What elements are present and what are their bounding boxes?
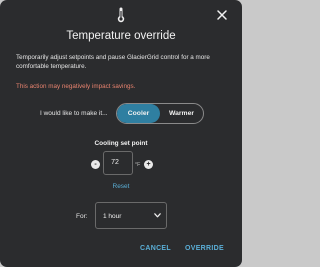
- temperature-override-dialog: Temperature override Temporarily adjust …: [0, 0, 242, 267]
- setpoint-unit: °F: [135, 162, 141, 168]
- increase-setpoint-button[interactable]: +: [144, 160, 153, 169]
- dialog-description: Temporarily adjust setpoints and pause G…: [16, 54, 210, 70]
- setpoint-label: Cooling set point: [94, 140, 148, 147]
- duration-value: 1 hour: [103, 213, 122, 220]
- close-icon[interactable]: [216, 9, 228, 21]
- setpoint-input[interactable]: 72: [103, 151, 133, 175]
- duration-select[interactable]: 1 hour: [95, 202, 167, 229]
- thermometer-icon: [117, 7, 125, 23]
- reset-link[interactable]: Reset: [0, 183, 242, 190]
- duration-label: For:: [76, 213, 88, 220]
- decrease-setpoint-button[interactable]: -: [91, 160, 100, 169]
- dialog-title: Temperature override: [66, 30, 176, 42]
- savings-warning: This action may negatively impact saving…: [16, 83, 136, 90]
- chevron-down-icon: [154, 213, 161, 218]
- cooler-option[interactable]: Cooler: [117, 104, 160, 123]
- cancel-button[interactable]: CANCEL: [140, 245, 171, 252]
- cooler-warmer-toggle: Cooler Warmer: [116, 103, 204, 124]
- override-button[interactable]: OVERRIDE: [185, 245, 224, 252]
- warmer-option[interactable]: Warmer: [160, 104, 203, 123]
- direction-label: I would like to make it...: [40, 110, 108, 117]
